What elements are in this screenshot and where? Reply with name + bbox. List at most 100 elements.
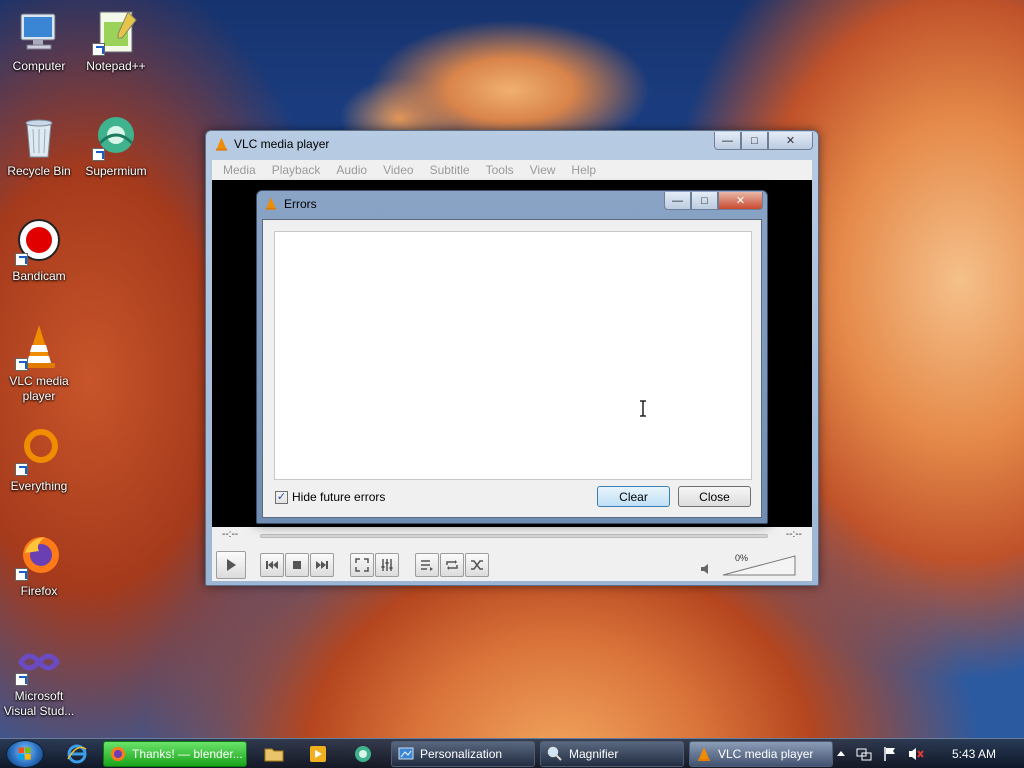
desktop-icon-label: Supermium (85, 164, 147, 178)
volume-slider[interactable] (722, 554, 796, 576)
clear-button[interactable]: Clear (597, 486, 670, 507)
menu-audio[interactable]: Audio (328, 163, 375, 177)
magnifier-icon (547, 746, 562, 761)
vlc-titlebar[interactable]: VLC media player — □ ✕ (206, 131, 818, 158)
errors-dialog: Errors — □ ✕ ✓ Hide future errors Clear … (256, 190, 768, 524)
total-time[interactable]: --:-- (786, 529, 802, 540)
play-button[interactable] (216, 551, 246, 579)
desktop-icon-label: Everything (10, 479, 68, 493)
media-player-icon[interactable] (307, 743, 329, 765)
menu-media[interactable]: Media (215, 163, 264, 177)
dialog-maximize-button[interactable]: □ (691, 192, 718, 210)
visual-studio-icon (15, 638, 63, 686)
desktop-icon-notepadpp[interactable]: Notepad++ (78, 8, 154, 74)
taskbar-button-vlc[interactable]: VLC media player (689, 741, 833, 767)
desktop-icon-computer[interactable]: Computer (1, 8, 77, 74)
taskbar-button-magnifier[interactable]: Magnifier (540, 741, 684, 767)
vlc-cone-icon (15, 323, 63, 371)
minimize-button[interactable]: — (714, 132, 741, 150)
shortcut-arrow-icon (15, 253, 28, 266)
desktop-icon-supermium[interactable]: Supermium (78, 113, 154, 179)
shuffle-icon (471, 560, 483, 570)
taskbar-button-label: Personalization (420, 747, 503, 761)
playback-controls: --:-- --:-- 0% (212, 527, 812, 581)
menu-playback[interactable]: Playback (264, 163, 329, 177)
error-log-textarea[interactable] (274, 231, 752, 480)
shortcut-arrow-icon (15, 358, 28, 371)
speaker-icon[interactable] (700, 563, 712, 575)
supermium-icon[interactable] (352, 743, 374, 765)
shortcut-arrow-icon (15, 568, 28, 581)
action-center-flag-icon[interactable] (882, 746, 898, 762)
firefox-icon (15, 533, 63, 581)
supermium-icon (92, 113, 140, 161)
bandicam-record-icon (15, 218, 63, 266)
vlc-cone-icon (698, 747, 710, 761)
window-title: VLC media player (234, 137, 330, 151)
stop-icon (293, 561, 301, 569)
start-button[interactable] (6, 740, 44, 768)
menu-bar: Media Playback Audio Video Subtitle Tool… (212, 160, 812, 180)
desktop-icon-label: Microsoft Visual Stud... (3, 689, 75, 718)
desktop-icon-firefox[interactable]: Firefox (1, 533, 77, 599)
hide-future-errors-label[interactable]: Hide future errors (292, 490, 385, 504)
fullscreen-icon (355, 558, 369, 572)
taskbar-button-label: Thanks! — blender... (132, 747, 243, 761)
shortcut-arrow-icon (15, 463, 28, 476)
desktop-icon-recycle-bin[interactable]: Recycle Bin (1, 113, 77, 179)
dialog-minimize-button[interactable]: — (664, 192, 691, 210)
next-button[interactable] (310, 553, 334, 577)
playlist-button[interactable] (415, 553, 439, 577)
desktop-icon-vlc[interactable]: VLC media player (1, 323, 77, 404)
menu-subtitle[interactable]: Subtitle (422, 163, 478, 177)
minimize-icon: — (672, 194, 683, 207)
next-icon (316, 561, 328, 569)
recycle-bin-icon (15, 113, 63, 161)
shortcut-arrow-icon (92, 43, 105, 56)
dialog-body: ✓ Hide future errors Clear Close (262, 219, 762, 518)
personalization-icon (398, 747, 414, 760)
loop-button[interactable] (440, 553, 464, 577)
taskbar-button-label: Magnifier (569, 747, 619, 761)
taskbar-button-personalization[interactable]: Personalization (391, 741, 535, 767)
shuffle-button[interactable] (465, 553, 489, 577)
menu-tools[interactable]: Tools (478, 163, 522, 177)
desktop-icon-label: VLC media player (9, 374, 69, 403)
dialog-close-button[interactable]: ✕ (718, 192, 763, 210)
taskbar-button-label: VLC media player (718, 747, 814, 761)
previous-button[interactable] (260, 553, 284, 577)
previous-icon (266, 561, 278, 569)
seek-slider[interactable] (260, 534, 768, 538)
fullscreen-button[interactable] (350, 553, 374, 577)
clock[interactable]: 5:43 AM (952, 747, 996, 761)
windows-logo-icon (18, 747, 31, 760)
desktop-icon-visual-studio[interactable]: Microsoft Visual Stud... (1, 638, 77, 719)
volume-muted-icon[interactable] (908, 746, 924, 762)
stop-button[interactable] (285, 553, 309, 577)
close-dialog-button[interactable]: Close (678, 486, 751, 507)
file-explorer-icon[interactable] (263, 743, 285, 765)
taskbar-button-firefox[interactable]: Thanks! — blender... (103, 741, 247, 767)
extended-settings-button[interactable] (375, 553, 399, 577)
desktop-icon-label: Notepad++ (86, 59, 146, 73)
network-icon[interactable] (856, 746, 872, 762)
minimize-icon: — (722, 134, 733, 147)
desktop-icon-bandicam[interactable]: Bandicam (1, 218, 77, 284)
maximize-button[interactable]: □ (741, 132, 768, 150)
text-cursor-icon (640, 400, 646, 417)
desktop-icon-label: Recycle Bin (7, 164, 71, 178)
hide-future-errors-checkbox[interactable]: ✓ (275, 490, 288, 504)
desktop-icon-everything[interactable]: Everything (1, 428, 77, 494)
menu-help[interactable]: Help (563, 163, 604, 177)
close-button[interactable]: ✕ (768, 132, 813, 150)
play-icon (227, 559, 236, 571)
elapsed-time[interactable]: --:-- (222, 529, 238, 540)
hide-future-errors-row[interactable]: ✓ Hide future errors (275, 490, 385, 504)
show-hidden-icons-icon[interactable] (836, 749, 846, 759)
dialog-title: Errors (284, 197, 317, 211)
menu-view[interactable]: View (522, 163, 564, 177)
internet-explorer-icon[interactable] (66, 743, 88, 765)
menu-video[interactable]: Video (375, 163, 421, 177)
desktop-icon-label: Computer (12, 59, 66, 73)
computer-icon (15, 8, 63, 56)
